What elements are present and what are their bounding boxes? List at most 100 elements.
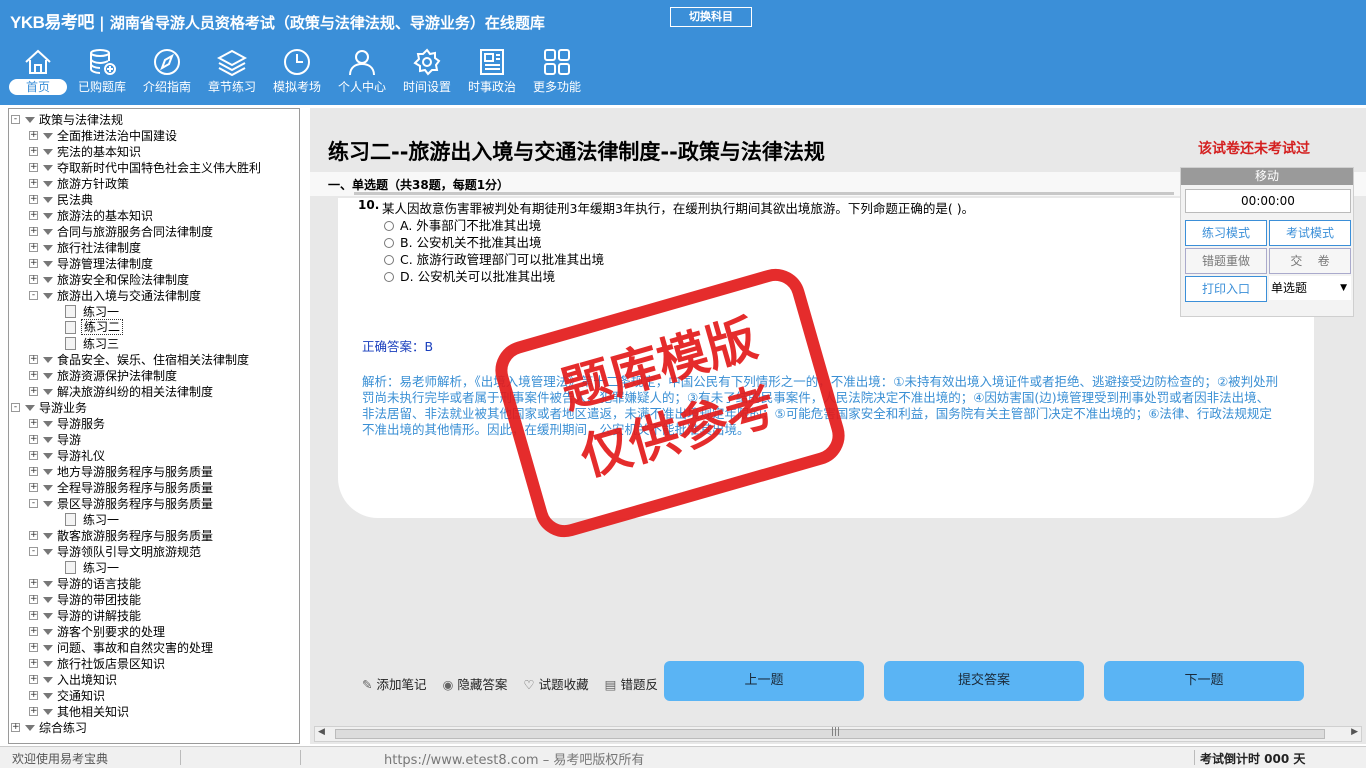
expand-icon[interactable]: + [29,595,38,604]
caret-down-icon [43,469,53,475]
expand-icon[interactable]: + [29,419,38,428]
expand-icon[interactable]: + [29,243,38,252]
caret-down-icon [43,245,53,251]
caret-down-icon [43,693,53,699]
expand-icon[interactable]: + [29,659,38,668]
nav-guide[interactable]: 介绍指南 [135,46,199,102]
expand-icon[interactable]: + [29,163,38,172]
tree-node-label: 导游的带团技能 [57,593,142,607]
expand-icon[interactable]: + [29,483,38,492]
caret-down-icon [25,725,35,731]
exam-countdown: 考试倒计时 000 天 [1200,752,1306,766]
tree-node-label: 导游管理法律制度 [57,257,154,271]
exam-mode-button[interactable]: 考试模式 [1269,220,1351,246]
expand-icon[interactable]: + [29,579,38,588]
collapse-icon[interactable]: - [11,115,20,124]
nav-more-features[interactable]: 更多功能 [525,46,589,102]
expand-icon[interactable]: + [29,259,38,268]
next-question-button[interactable]: 下一题 [1104,661,1304,701]
nav-label: 章节练习 [207,80,256,94]
document-icon [65,513,76,526]
expand-icon[interactable]: + [29,611,38,620]
radio-button[interactable] [384,221,394,231]
scrollbar-thumb[interactable]: ||| [335,727,1325,739]
user-icon [349,50,375,76]
question-type-select[interactable]: 单选题 ▼ [1269,276,1351,300]
expand-icon[interactable]: + [29,387,38,396]
expand-icon[interactable]: + [29,627,38,636]
panel-move-handle[interactable]: 移动 [1181,168,1353,185]
caret-down-icon [43,229,53,235]
expand-icon[interactable]: + [29,691,38,700]
redo-wrong-button[interactable]: 错题重做 [1185,248,1267,274]
nav-time-settings[interactable]: 时间设置 [395,46,459,102]
caret-down-icon [43,293,53,299]
layers-icon [217,49,247,76]
nav-chapter-practice[interactable]: 章节练习 [200,46,264,102]
radio-button[interactable] [384,272,394,282]
scroll-right-icon[interactable]: ▶ [1351,727,1358,737]
radio-button[interactable] [384,255,394,265]
pencil-icon: ✎ [362,677,373,692]
tree-node-label: 交通知识 [57,689,106,703]
document-icon [65,321,76,334]
submit-answer-button[interactable]: 提交答案 [884,661,1084,701]
expand-icon[interactable]: + [29,227,38,236]
expand-icon[interactable]: + [29,451,38,460]
scroll-left-icon[interactable]: ◀ [318,727,325,737]
tree-node-label: 宪法的基本知识 [57,145,142,159]
expand-icon[interactable]: + [29,195,38,204]
expand-icon[interactable]: + [11,723,20,732]
nav-personal-center[interactable]: 个人中心 [330,46,394,102]
collapse-icon[interactable]: - [29,291,38,300]
welcome-text: 欢迎使用易考宝典 [12,752,109,766]
report-error-button[interactable]: ▤ 错题反 [605,674,658,693]
expand-icon[interactable]: + [29,275,38,284]
expand-icon[interactable]: + [29,147,38,156]
caret-down-icon [43,261,53,267]
clock-icon [284,49,310,75]
print-button[interactable]: 打印入口 [1185,276,1267,302]
tree-node-label: 导游的语言技能 [57,577,142,591]
tree-node-label: 政策与法律法规 [39,113,124,127]
caret-down-icon [43,213,53,219]
switch-subject-button[interactable]: 切换科目 [670,7,752,27]
expand-icon[interactable]: + [29,435,38,444]
expand-icon[interactable]: + [29,355,38,364]
expand-icon[interactable]: + [29,179,38,188]
nav-mock-exam[interactable]: 模拟考场 [265,46,329,102]
hand-in-button[interactable]: 交 卷 [1269,248,1351,274]
hide-answer-button[interactable]: ◉ 隐藏答案 [442,674,507,693]
chapter-tree[interactable]: - 政策与法律法规 + 全面推进法治中国建设 + 宪法的基本知识 + 夺取新时代中国特色社会主… [8,108,300,744]
expand-icon[interactable]: + [29,211,38,220]
nav-purchased-banks[interactable]: 已购题库 [70,46,134,102]
correct-answer: 正确答案：B [362,339,434,354]
caret-down-icon [43,149,53,155]
expand-icon[interactable]: + [29,131,38,140]
nav-current-affairs[interactable]: 时事政治 [460,46,524,102]
document-icon [65,561,76,574]
chevron-down-icon: ▼ [1340,283,1347,293]
expand-icon[interactable]: + [29,675,38,684]
radio-button[interactable] [384,238,394,248]
collapse-icon[interactable]: - [29,547,38,556]
practice-mode-button[interactable]: 练习模式 [1185,220,1267,246]
caret-down-icon [43,533,53,539]
expand-icon[interactable]: + [29,707,38,716]
add-note-button[interactable]: ✎ 添加笔记 [362,674,427,693]
document-icon [65,305,76,318]
option-d[interactable]: D. 公安机关可以批准其出境 [384,266,555,285]
option-label: A. 外事部门不批准其出境 [400,218,542,233]
expand-icon[interactable]: + [29,467,38,476]
gear-icon [413,48,441,76]
favorite-button[interactable]: ♡ 试题收藏 [523,674,588,693]
expand-icon[interactable]: + [29,643,38,652]
prev-question-button[interactable]: 上一题 [664,661,864,701]
collapse-icon[interactable]: - [29,499,38,508]
expand-icon[interactable]: + [29,371,38,380]
expand-icon[interactable]: + [29,531,38,540]
tree-node-label: 导游礼仪 [57,449,106,463]
nav-home[interactable]: 首页 [6,46,70,102]
horizontal-scrollbar[interactable]: ◀ ||| ▶ [314,726,1362,742]
collapse-icon[interactable]: - [11,403,20,412]
